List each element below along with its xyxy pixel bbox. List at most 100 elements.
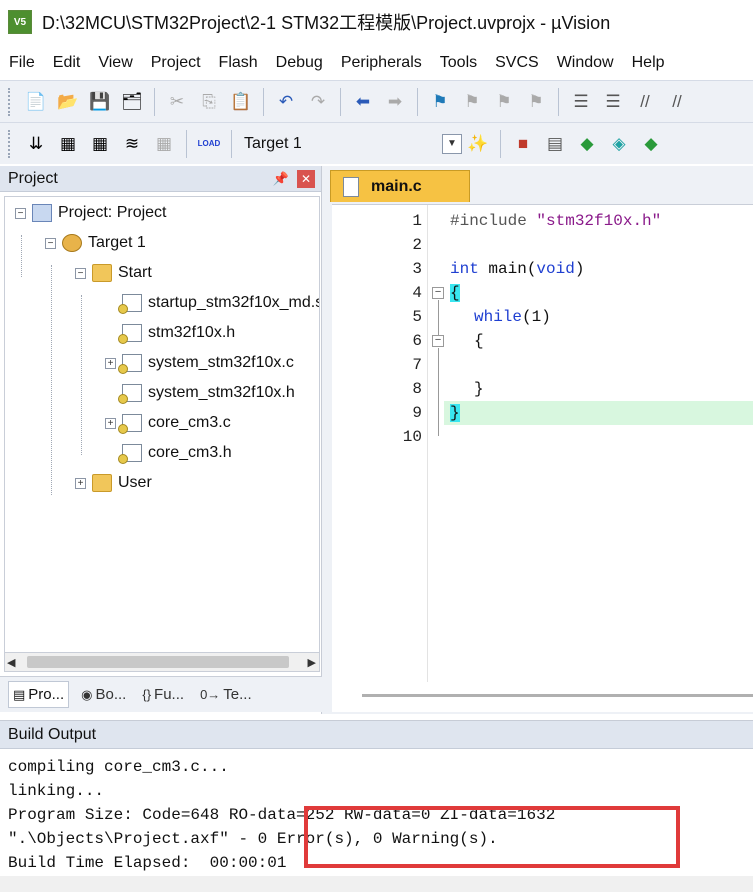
navigate-forward-icon[interactable]: ➡	[382, 89, 408, 115]
toolbar-grip[interactable]	[8, 87, 12, 116]
expand-icon[interactable]: +	[105, 357, 116, 369]
next-bookmark-icon[interactable]: ⚑	[491, 89, 517, 115]
line-number: 9	[412, 404, 422, 422]
tree-node-file[interactable]: system_stm32f10x.h	[105, 379, 295, 407]
menu-help[interactable]: Help	[623, 54, 674, 72]
select-software-packs-icon[interactable]: ◈	[606, 131, 632, 157]
pin-icon[interactable]: 📌	[273, 171, 289, 187]
download-load-icon[interactable]: LOAD	[196, 131, 222, 157]
tab-functions[interactable]: {} Fu...	[138, 682, 188, 707]
output-line: compiling core_cm3.c...	[8, 758, 229, 776]
uncomment-icon[interactable]: //	[664, 89, 690, 115]
code-editor[interactable]: 1 2 3 4 5 6 7 8 9 10 − − #include "stm32…	[332, 204, 753, 683]
toolbar-separator	[558, 87, 559, 116]
copy-icon[interactable]: ⎘	[196, 89, 222, 115]
indent-icon[interactable]: ☰	[568, 89, 594, 115]
bookmark-icon[interactable]: ⚑	[427, 89, 453, 115]
menu-tools[interactable]: Tools	[431, 54, 486, 72]
tree-node-target[interactable]: − Target 1	[45, 229, 146, 257]
scrollbar-thumb[interactable]	[362, 694, 753, 697]
file-extensions-icon[interactable]: ▤	[542, 131, 568, 157]
code-line-3: int main(void)	[450, 260, 585, 278]
paste-icon[interactable]: 📋	[228, 89, 254, 115]
stop-build-icon[interactable]: ▦	[151, 131, 177, 157]
menu-window[interactable]: Window	[548, 54, 623, 72]
standard-toolbar: 📄 📂 💾 🗂 ✂ ⎘ 📋 ↶ ↷ ⬅ ➡ ⚑ ⚑ ⚑ ⚑ ☰ ☰ // //	[0, 80, 753, 122]
rebuild-icon[interactable]: ▦	[87, 131, 113, 157]
close-icon[interactable]: ✕	[297, 169, 315, 188]
expand-icon[interactable]: +	[75, 477, 86, 489]
project-panel-title: Project	[8, 169, 58, 187]
build-output-scrollbar[interactable]	[0, 876, 753, 892]
tree-node-label: Project: Project	[58, 204, 167, 221]
tree-node-group-start[interactable]: − Start	[75, 259, 152, 287]
scroll-left-icon[interactable]: ◀	[7, 656, 15, 669]
run-time-environment-icon[interactable]: ◆	[638, 131, 664, 157]
toolbar-separator	[186, 129, 187, 158]
collapse-icon[interactable]: −	[15, 207, 26, 219]
tab-project[interactable]: ▤ Pro...	[8, 681, 70, 708]
editor-scrollbar[interactable]	[332, 682, 753, 712]
translate-icon[interactable]: ⇊	[23, 131, 49, 157]
tab-templates[interactable]: 0→ Te...	[196, 682, 256, 707]
tree-node-label: startup_stm32f10x_md.s	[148, 294, 320, 311]
clear-bookmarks-icon[interactable]: ⚑	[523, 89, 549, 115]
tree-node-file[interactable]: stm32f10x.h	[105, 319, 235, 347]
menu-debug[interactable]: Debug	[267, 54, 332, 72]
unindent-icon[interactable]: ☰	[600, 89, 626, 115]
open-folder-icon[interactable]: 📂	[55, 89, 81, 115]
batch-build-icon[interactable]: ≋	[119, 131, 145, 157]
tree-node-file[interactable]: core_cm3.h	[105, 439, 232, 467]
tree-node-file[interactable]: startup_stm32f10x_md.s	[105, 289, 320, 317]
menu-file[interactable]: File	[0, 54, 44, 72]
build-toolbar: ⇊ ▦ ▦ ≋ ▦ LOAD Target 1 ▼ ✨ ■ ▤ ◆ ◈ ◆	[0, 122, 753, 164]
functions-icon: {}	[142, 687, 152, 702]
menu-project[interactable]: Project	[142, 54, 210, 72]
manage-components-icon[interactable]: ■	[510, 131, 536, 157]
fold-line	[438, 348, 439, 436]
chevron-down-icon[interactable]: ▼	[442, 133, 462, 154]
project-tree-scrollbar[interactable]: ◀ ▶	[4, 652, 320, 672]
navigate-back-icon[interactable]: ⬅	[350, 89, 376, 115]
fold-collapse-icon[interactable]: −	[432, 335, 444, 347]
redo-icon[interactable]: ↷	[305, 89, 331, 115]
new-file-icon[interactable]: 📄	[23, 89, 49, 115]
toolbar-grip[interactable]	[8, 129, 12, 158]
project-icon	[32, 204, 52, 222]
menu-svcs[interactable]: SVCS	[486, 54, 548, 72]
tree-node-group-user[interactable]: + User	[75, 469, 152, 497]
title-bar: V5 D:\32MCU\STM32Project\2-1 STM32工程模版\P…	[0, 0, 753, 44]
line-number: 2	[412, 236, 422, 254]
comment-icon[interactable]: //	[632, 89, 658, 115]
menu-view[interactable]: View	[89, 54, 141, 72]
menu-flash[interactable]: Flash	[210, 54, 267, 72]
menu-edit[interactable]: Edit	[44, 54, 90, 72]
tree-node-file[interactable]: + system_stm32f10x.c	[105, 349, 294, 377]
options-for-target-icon[interactable]: ✨	[465, 131, 491, 157]
tab-main-c[interactable]: main.c	[330, 170, 470, 202]
save-all-icon[interactable]: 🗂	[119, 89, 145, 115]
scrollbar-thumb[interactable]	[27, 656, 289, 668]
undo-icon[interactable]: ↶	[273, 89, 299, 115]
cut-icon[interactable]: ✂	[164, 89, 190, 115]
tree-node-file[interactable]: + core_cm3.c	[105, 409, 231, 437]
tab-books[interactable]: ◉ Bo...	[77, 682, 130, 707]
header-file-icon	[118, 444, 142, 464]
tree-node-project[interactable]: − Project: Project	[15, 199, 166, 227]
target-select[interactable]: Target 1 ▼	[244, 131, 462, 157]
save-icon[interactable]: 💾	[87, 89, 113, 115]
source-file-icon	[118, 414, 142, 434]
menu-bar: File Edit View Project Flash Debug Perip…	[0, 48, 753, 78]
line-number: 4	[412, 284, 422, 302]
prev-bookmark-icon[interactable]: ⚑	[459, 89, 485, 115]
tree-node-label: stm32f10x.h	[148, 324, 236, 341]
menu-peripherals[interactable]: Peripherals	[332, 54, 431, 72]
expand-icon[interactable]: +	[105, 417, 116, 429]
collapse-icon[interactable]: −	[45, 237, 56, 249]
collapse-icon[interactable]: −	[75, 267, 86, 279]
build-icon[interactable]: ▦	[55, 131, 81, 157]
header-file-icon	[118, 384, 142, 404]
scroll-right-icon[interactable]: ▶	[308, 656, 316, 669]
pack-installer-icon[interactable]: ◆	[574, 131, 600, 157]
fold-collapse-icon[interactable]: −	[432, 287, 444, 299]
